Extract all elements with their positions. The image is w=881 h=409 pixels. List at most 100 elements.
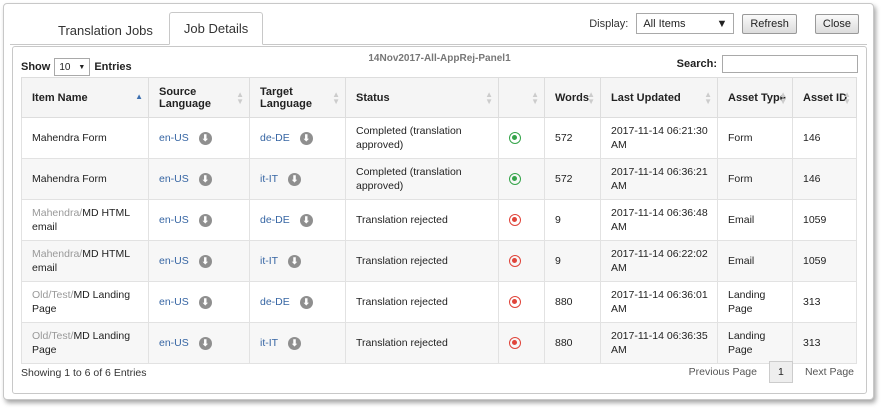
download-icon[interactable]: ⬇ [299,131,313,145]
updated-date: 2017-11-14 06:36:21 [611,166,708,178]
table-row[interactable]: Mahendra Form en-US ⬇ it-IT ⬇ Completed (tran… [21,158,857,200]
rejected-icon [509,296,521,309]
table-row[interactable]: Mahendra/MD HTML email en-US ⬇ de-DE ⬇ Transla… [21,199,857,241]
status-text: Completed (translation [356,166,462,178]
approved-icon [509,173,521,186]
search-input[interactable] [722,55,858,73]
sort-icon: ▲ ▼ [332,90,340,106]
download-icon[interactable]: ⬇ [299,295,313,309]
cell-item-name: Mahendra Form [21,117,149,159]
download-icon[interactable]: ⬇ [198,172,212,186]
table-row[interactable]: Old/Test/MD Landing Page en-US ⬇ it-IT ⬇ Trans… [21,322,857,364]
rejected-icon [509,337,521,350]
cell-status-icon [498,117,545,159]
column-asset-id[interactable]: Asset ID ▲ ▼ [792,77,857,118]
cell-status: Translation rejected [345,240,499,282]
item-path: Mahendra/ [32,207,83,219]
cell-item-name: Old/Test/MD Landing Page [21,322,149,364]
download-icon[interactable]: ⬇ [288,336,302,350]
column-status[interactable]: Status ▲ ▼ [345,77,499,118]
column-status-icon[interactable]: ▲ ▼ [498,77,545,118]
table-row[interactable]: Mahendra Form en-US ⬇ de-DE ⬇ Completed (tran… [21,117,857,159]
target-language-link[interactable]: de-DE [260,214,290,226]
cell-target-language: de-DE ⬇ [249,117,346,159]
download-icon[interactable]: ⬇ [198,295,212,309]
cell-words: 9 [544,240,601,282]
table-row[interactable]: Mahendra/MD HTML email en-US ⬇ it-IT ⬇ Transla… [21,240,857,282]
column-label: Language [260,97,312,110]
job-details-panel: Show 10 ▼ Entries 14Nov2017-All-AppRej-P… [12,46,867,394]
source-language-link[interactable]: en-US [159,132,189,144]
table-footer: Showing 1 to 6 of 6 Entries Previous Pag… [21,361,858,385]
cell-target-language: de-DE ⬇ [249,199,346,241]
display-select[interactable]: All Items ▼ [636,13,735,34]
item-path: Old/Test/ [32,330,74,342]
item-name: MD HTML [82,248,131,260]
column-item-name[interactable]: Item Name ▲ [21,77,149,118]
target-language-link[interactable]: de-DE [260,132,290,144]
target-language-link[interactable]: it-IT [260,255,278,267]
column-source-language[interactable]: Source Language ▲ ▼ [148,77,250,118]
download-icon[interactable]: ⬇ [198,213,212,227]
updated-date: 2017-11-14 06:36:35 [611,330,708,342]
download-icon[interactable]: ⬇ [288,254,302,268]
previous-page-button[interactable]: Previous Page [685,366,761,378]
status-text-cont: approved) [356,180,404,192]
table-row[interactable]: Old/Test/MD Landing Page en-US ⬇ de-DE ⬇ Trans… [21,281,857,323]
updated-ampm: AM [611,262,627,274]
cell-status-icon [498,322,545,364]
status-text: Translation rejected [356,337,448,349]
next-page-button[interactable]: Next Page [801,366,858,378]
job-items-table: Item Name ▲ Source Language ▲ ▼ Target Langua… [21,77,857,364]
target-language-link[interactable]: it-IT [260,173,278,185]
pagination: Previous Page 1 Next Page [685,361,858,383]
source-language-link[interactable]: en-US [159,296,189,308]
target-language-link[interactable]: de-DE [260,296,290,308]
column-last-updated[interactable]: Last Updated ▲ ▼ [600,77,718,118]
source-language-link[interactable]: en-US [159,214,189,226]
cell-words: 880 [544,281,601,323]
column-asset-type[interactable]: Asset Type ▲ ▼ [717,77,793,118]
download-icon[interactable]: ⬇ [288,172,302,186]
source-language-link[interactable]: en-US [159,255,189,267]
entries-info: Showing 1 to 6 of 6 Entries [21,367,147,379]
cell-last-updated: 2017-11-14 06:21:30 AM [600,117,718,159]
cell-asset-id: 146 [792,158,857,200]
cell-asset-id: 313 [792,322,857,364]
sort-icon: ▲ ▼ [587,90,595,106]
cell-status: Completed (translation approved) [345,117,499,159]
sort-icon: ▲ ▼ [843,90,851,106]
cell-status: Completed (translation approved) [345,158,499,200]
page-number-button[interactable]: 1 [768,361,793,383]
tab-job-details[interactable]: Job Details [168,12,264,45]
source-language-link[interactable]: en-US [159,337,189,349]
close-button[interactable]: Close [814,13,859,34]
cell-source-language: en-US ⬇ [148,199,250,241]
item-name: MD Landing [73,289,131,301]
asset-type-cont: Page [728,344,753,356]
asset-type: Form [728,132,753,144]
download-icon[interactable]: ⬇ [198,131,212,145]
column-words[interactable]: Words ▲ ▼ [544,77,601,118]
column-target-language[interactable]: Target Language ▲ ▼ [249,77,346,118]
source-language-link[interactable]: en-US [159,173,189,185]
item-name-cont: email [32,221,58,233]
sort-icon: ▲ ▼ [236,90,244,106]
tab-translation-jobs[interactable]: Translation Jobs [44,15,167,45]
asset-type: Form [728,173,753,185]
download-icon[interactable]: ⬇ [299,213,313,227]
chevron-down-icon: ▼ [716,17,728,30]
cell-source-language: en-US ⬇ [148,117,250,159]
updated-date: 2017-11-14 06:21:30 [611,125,708,137]
cell-status-icon [498,158,545,200]
approved-icon [509,132,521,145]
refresh-button[interactable]: Refresh [742,13,797,34]
cell-words: 572 [544,158,601,200]
target-language-link[interactable]: it-IT [260,337,278,349]
item-path: Old/Test/ [32,289,74,301]
download-icon[interactable]: ⬇ [198,254,212,268]
cell-last-updated: 2017-11-14 06:36:35 AM [600,322,718,364]
column-label: Words [555,91,590,104]
download-icon[interactable]: ⬇ [198,336,212,350]
chevron-down-icon: ▼ [78,63,86,71]
